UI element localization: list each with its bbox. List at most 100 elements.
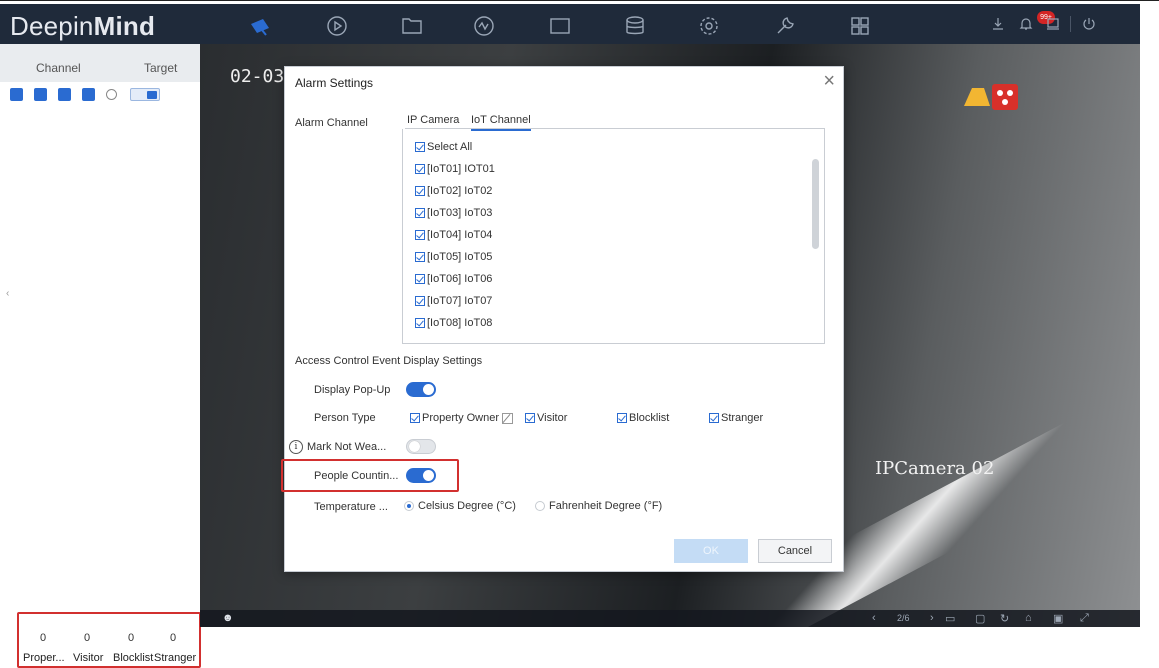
top-rule — [0, 0, 1159, 1]
vehicle-icon[interactable] — [34, 88, 47, 101]
edit-icon[interactable] — [502, 412, 514, 424]
next-page-icon[interactable]: › — [930, 612, 934, 624]
dialog-title: Alarm Settings — [295, 76, 374, 90]
layout-icon[interactable]: ▭ — [945, 612, 955, 625]
checkbox-checked-icon — [415, 296, 425, 306]
label-blocklist: Blocklist — [113, 652, 154, 664]
divider — [1070, 16, 1071, 32]
alarm-status-icon — [964, 84, 1018, 110]
live-view-bottom-bar: ☻ ‹ 2/6 › ▭ ▢ ↻ ⌂ ▣ ⤢ — [200, 610, 1140, 627]
info-icon[interactable]: i — [289, 440, 303, 454]
count-property-owner: 0 — [39, 632, 47, 644]
channel-item[interactable]: [IoT03] IoT03 — [415, 207, 492, 219]
gear-icon[interactable] — [106, 89, 117, 100]
storage-icon[interactable] — [623, 14, 647, 38]
tab-ip-camera[interactable]: IP Camera — [407, 114, 459, 126]
top-navigation-bar: DeepinMind 99+ — [0, 4, 1140, 44]
channel-item[interactable]: [IoT04] IoT04 — [415, 229, 492, 241]
view-toggle-icon[interactable] — [130, 88, 160, 101]
refresh-icon[interactable]: ↻ — [1000, 612, 1009, 625]
person-type-property-owner[interactable]: Property Owner — [410, 412, 514, 424]
cancel-button[interactable]: Cancel — [758, 539, 832, 563]
alarm-channel-label: Alarm Channel — [295, 117, 368, 129]
channel-item[interactable]: [IoT06] IoT06 — [415, 273, 492, 285]
checkbox-checked-icon — [415, 252, 425, 262]
channel-item[interactable]: [IoT02] IoT02 — [415, 185, 492, 197]
checkbox-checked-icon — [415, 230, 425, 240]
checkbox-checked-icon — [617, 413, 627, 423]
settings-icon[interactable] — [697, 14, 721, 38]
mark-not-wear-toggle[interactable] — [406, 439, 436, 454]
channel-list: Select All [IoT01] IOT01 [IoT02] IoT02 [… — [402, 129, 825, 344]
playback-icon[interactable] — [325, 14, 349, 38]
face-capture-icon[interactable]: ☻ — [222, 612, 234, 624]
fullscreen-icon[interactable]: ⤢ — [1080, 612, 1089, 625]
channel-list-scrollbar[interactable] — [812, 159, 819, 249]
sidebar-tabs: Channel Target — [0, 44, 200, 82]
count-blocklist: 0 — [127, 632, 135, 644]
channel-item[interactable]: [IoT01] IOT01 — [415, 163, 495, 175]
alarm-settings-dialog: Alarm Settings × Alarm Channel IP Camera… — [281, 66, 844, 572]
display-popup-label: Display Pop-Up — [314, 384, 391, 396]
checkbox-checked-icon — [525, 413, 535, 423]
page-indicator: 2/6 — [897, 613, 910, 623]
checkbox-checked-icon — [415, 208, 425, 218]
screenshot-icon[interactable]: ▣ — [1053, 612, 1063, 625]
checkbox-checked-icon — [410, 413, 420, 423]
single-view-icon[interactable]: ▢ — [975, 612, 985, 625]
tab-target[interactable]: Target — [144, 61, 177, 75]
people-counting-toggle[interactable] — [406, 468, 436, 483]
mark-not-wear-label: Mark Not Wea... — [307, 441, 387, 453]
camera-name-overlay: IPCamera 02 — [875, 458, 995, 479]
camera-icon[interactable] — [248, 14, 272, 38]
body-icon[interactable] — [82, 88, 95, 101]
section-title: Access Control Event Display Settings — [295, 355, 483, 367]
screen-icon[interactable] — [548, 14, 572, 38]
checkbox-checked-icon — [415, 274, 425, 284]
people-counting-label: People Countin... — [314, 470, 399, 482]
face-icon[interactable] — [10, 88, 23, 101]
label-property-owner: Proper... — [23, 652, 65, 664]
checkbox-checked-icon — [709, 413, 719, 423]
person-type-stranger[interactable]: Stranger — [709, 412, 763, 424]
tab-iot-channel[interactable]: IoT Channel — [471, 114, 531, 131]
collapse-caret[interactable]: ‹ — [6, 288, 9, 299]
count-stranger: 0 — [169, 632, 177, 644]
label-visitor: Visitor — [73, 652, 104, 664]
temperature-label: Temperature ... — [314, 501, 388, 513]
bell-icon[interactable] — [1018, 16, 1034, 35]
download-icon[interactable] — [990, 16, 1006, 35]
ok-button[interactable]: OK — [674, 539, 748, 563]
tab-channel[interactable]: Channel — [36, 61, 81, 75]
camera-group-icon[interactable]: ⌂ — [1025, 612, 1032, 624]
channel-item[interactable]: [IoT08] IoT08 — [415, 317, 492, 329]
select-all-checkbox[interactable]: Select All — [415, 141, 472, 153]
people-count-summary: 0 0 0 0 Proper... Visitor Blocklist Stra… — [17, 612, 201, 668]
app-logo: DeepinMind — [10, 11, 156, 41]
count-visitor: 0 — [83, 632, 91, 644]
radio-celsius[interactable]: Celsius Degree (°C) — [404, 500, 516, 512]
apps-icon[interactable] — [848, 14, 872, 38]
file-icon[interactable] — [400, 14, 424, 38]
radio-unselected-icon — [535, 501, 545, 511]
radio-fahrenheit[interactable]: Fahrenheit Degree (°F) — [535, 500, 662, 512]
person-type-blocklist[interactable]: Blocklist — [617, 412, 669, 424]
label-stranger: Stranger — [154, 652, 197, 664]
radio-selected-icon — [404, 501, 414, 511]
checkbox-checked-icon — [415, 318, 425, 328]
checkbox-checked-icon — [415, 186, 425, 196]
maintenance-icon[interactable] — [773, 14, 797, 38]
lock-icon[interactable] — [1045, 16, 1061, 35]
person-type-visitor[interactable]: Visitor — [525, 412, 567, 424]
person-type-label: Person Type — [314, 412, 376, 424]
analysis-icon[interactable] — [472, 14, 496, 38]
channel-item[interactable]: [IoT05] IoT05 — [415, 251, 492, 263]
close-icon[interactable]: × — [823, 70, 835, 92]
left-sidebar: Channel Target ‹ 0 0 0 0 Proper... Visit… — [0, 44, 201, 668]
power-icon[interactable] — [1081, 16, 1097, 35]
display-popup-toggle[interactable] — [406, 382, 436, 397]
person-icon[interactable] — [58, 88, 71, 101]
timestamp-overlay: 02-03 — [230, 66, 285, 87]
prev-page-icon[interactable]: ‹ — [872, 612, 876, 624]
channel-item[interactable]: [IoT07] IoT07 — [415, 295, 492, 307]
